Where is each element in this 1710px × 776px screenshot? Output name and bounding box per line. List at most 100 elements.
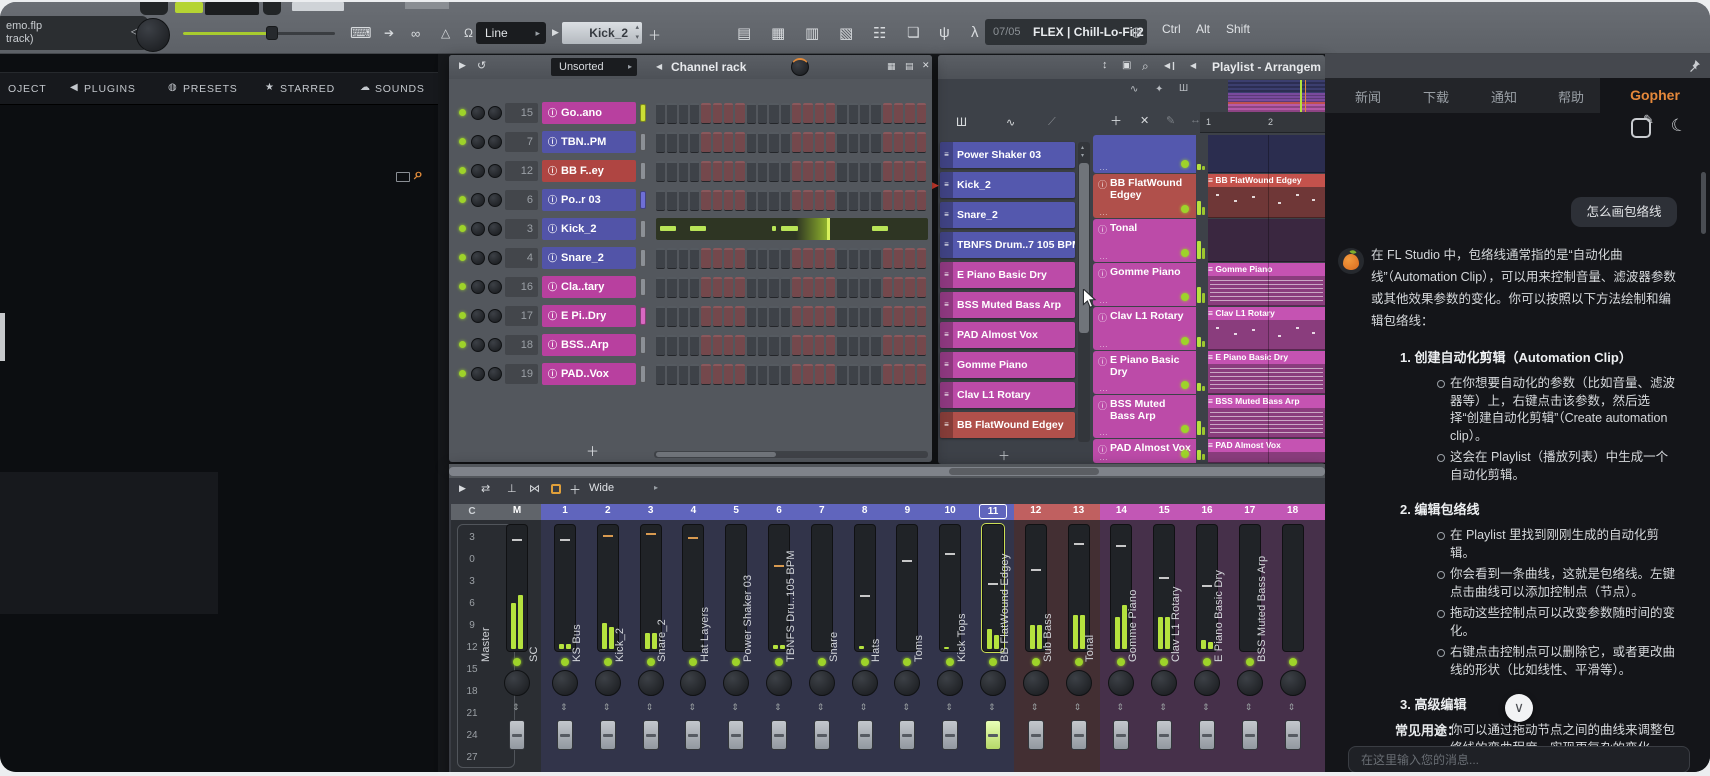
step-cell[interactable]: [781, 103, 790, 124]
browser-tab-starred[interactable]: STARRED: [280, 83, 335, 95]
step-cell[interactable]: [815, 335, 824, 356]
mixer-pan-knob[interactable]: [1194, 670, 1220, 696]
mixer-track-led[interactable]: [604, 658, 612, 666]
mixer-track-label[interactable]: Snare: [828, 632, 840, 662]
step-cell[interactable]: [679, 190, 688, 211]
step-cell[interactable]: [860, 364, 869, 385]
rack-undo-icon[interactable]: ↺: [477, 59, 486, 72]
step-cell[interactable]: [701, 248, 710, 269]
step-cell[interactable]: [905, 103, 914, 124]
picker-wave-icon[interactable]: ∿: [1130, 84, 1138, 95]
step-cell[interactable]: [860, 306, 869, 327]
mixer-updown-icon[interactable]: ⇕: [817, 702, 825, 713]
step-cell[interactable]: [792, 335, 801, 356]
step-cell[interactable]: [837, 277, 846, 298]
step-cell[interactable]: [769, 364, 778, 385]
mixer-pan-knob[interactable]: [980, 670, 1006, 696]
channel-volume-knob[interactable]: [488, 164, 502, 178]
playlist-add-icon[interactable]: ＋: [1110, 112, 1122, 129]
step-cell[interactable]: [747, 306, 756, 327]
mixer-swap-icon[interactable]: ⇄: [481, 482, 490, 495]
step-cell[interactable]: [905, 277, 914, 298]
step-cell[interactable]: [815, 132, 824, 153]
step-cell[interactable]: [713, 335, 722, 356]
alt-key-label[interactable]: Alt: [1196, 22, 1210, 36]
step-cell[interactable]: [815, 248, 824, 269]
shift-key-label[interactable]: Shift: [1226, 22, 1250, 36]
mixer-fader-handle[interactable]: [1156, 720, 1172, 750]
side-tab-1[interactable]: 新闻: [1355, 87, 1381, 106]
mixer-track-number[interactable]: 16: [1193, 505, 1221, 516]
step-cell[interactable]: [815, 103, 824, 124]
step-cell[interactable]: [871, 364, 880, 385]
step-cell[interactable]: [690, 248, 699, 269]
channel-pan-knob[interactable]: [471, 309, 485, 323]
step-cell[interactable]: [917, 132, 926, 153]
mixer-track-label[interactable]: Master: [480, 627, 492, 662]
track-led[interactable]: [1181, 450, 1189, 458]
playlist-zoom-icon[interactable]: ⌕: [1142, 59, 1149, 74]
playlist-prev-icon[interactable]: ◀❙: [1164, 61, 1177, 70]
step-cell[interactable]: [792, 161, 801, 182]
mixer-fader-handle[interactable]: [1242, 720, 1258, 750]
step-cell[interactable]: [781, 132, 790, 153]
channel-target-indicator[interactable]: [640, 278, 646, 296]
step-sequencer-window-icon[interactable]: ▦: [771, 24, 785, 42]
mixer-updown-icon[interactable]: ⇕: [1074, 702, 1082, 713]
mixer-track-number[interactable]: 10: [936, 505, 964, 516]
step-cell[interactable]: [826, 335, 835, 356]
picker-item[interactable]: ≡Kick_2: [940, 172, 1075, 198]
mixer-fader-handle[interactable]: [728, 720, 744, 750]
track-led[interactable]: [1181, 337, 1189, 345]
playlist-track-header[interactable]: ⓘGomme Piano…: [1093, 263, 1196, 306]
step-cell[interactable]: [849, 161, 858, 182]
mixer-track-led[interactable]: [818, 658, 826, 666]
magnet-icon[interactable]: Ω: [464, 26, 473, 40]
step-cell[interactable]: [679, 132, 688, 153]
step-cell[interactable]: [792, 364, 801, 385]
step-cell[interactable]: [826, 364, 835, 385]
step-cell[interactable]: [747, 277, 756, 298]
step-cell[interactable]: [894, 277, 903, 298]
picker-item[interactable]: ≡Snare_2: [940, 202, 1075, 228]
playlist-track-header[interactable]: ⓘBB FlatWound Edgey…: [1093, 174, 1196, 218]
picker-scrollbar-down-icon[interactable]: ▾: [1081, 152, 1084, 159]
step-cell[interactable]: [667, 364, 676, 385]
mixer-track-led[interactable]: [1203, 658, 1211, 666]
dark-mode-moon-icon[interactable]: ☾: [1669, 114, 1689, 137]
step-cell[interactable]: [894, 335, 903, 356]
mixer-pan-knob[interactable]: [937, 670, 963, 696]
step-cell[interactable]: [871, 103, 880, 124]
step-cell[interactable]: [735, 335, 744, 356]
rack-play-icon[interactable]: ▶: [459, 60, 466, 71]
step-cell[interactable]: [860, 132, 869, 153]
rack-swing-knob[interactable]: [791, 58, 809, 76]
step-cell[interactable]: [713, 132, 722, 153]
mixer-updown-icon[interactable]: ⇕: [774, 702, 782, 713]
mixer-hscrollbar[interactable]: [449, 467, 1325, 476]
mixer-track-label[interactable]: E Piano Basic Dry: [1213, 570, 1225, 662]
playlist-track-header[interactable]: ⓘBSS Muted Bass Arp…: [1093, 395, 1196, 438]
step-cell[interactable]: [894, 190, 903, 211]
step-cell[interactable]: [735, 190, 744, 211]
browser-window-icon[interactable]: ☷: [873, 24, 886, 42]
step-cell[interactable]: [894, 248, 903, 269]
step-cell[interactable]: [781, 277, 790, 298]
mixer-track-led[interactable]: [1075, 658, 1083, 666]
channel-pan-knob[interactable]: [471, 280, 485, 294]
step-cell[interactable]: [656, 161, 665, 182]
step-cell[interactable]: [735, 306, 744, 327]
mixer-pan-knob[interactable]: [1280, 670, 1306, 696]
step-cell[interactable]: [837, 364, 846, 385]
picker-view-auto-icon[interactable]: ⟋: [1048, 116, 1056, 129]
channel-target-indicator[interactable]: [640, 104, 646, 122]
mixer-fader-handle[interactable]: [557, 720, 573, 750]
step-edit-arrow-icon[interactable]: ➔: [384, 26, 394, 40]
track-led[interactable]: [1181, 293, 1189, 301]
typing-keyboard-icon[interactable]: ⌨: [350, 24, 372, 42]
step-cell[interactable]: [917, 190, 926, 211]
step-cell[interactable]: [724, 277, 733, 298]
picker-item[interactable]: ≡E Piano Basic Dry: [940, 262, 1075, 288]
step-cell[interactable]: [735, 161, 744, 182]
channel-button[interactable]: ⓘBB F..ey: [542, 160, 636, 182]
